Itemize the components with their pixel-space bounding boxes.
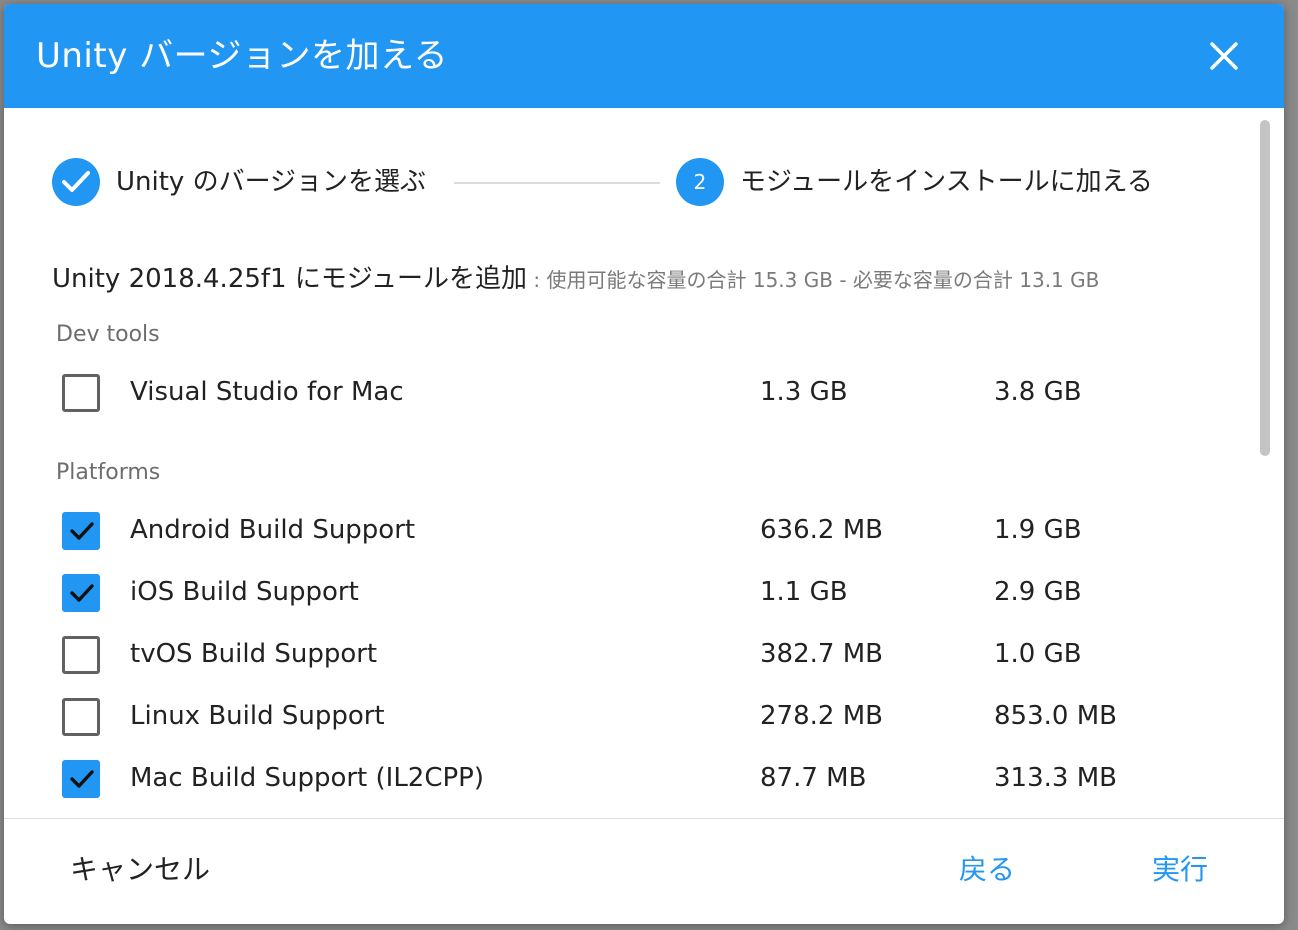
module-checkbox[interactable] (62, 574, 100, 612)
close-icon (1210, 42, 1238, 70)
module-row-mac-il2cpp[interactable]: Mac Build Support (IL2CPP) 87.7 MB 313.3… (60, 754, 1210, 802)
module-name: Visual Studio for Mac (130, 377, 404, 407)
module-install-size: 1.0 GB (994, 639, 1082, 669)
step1-completed-badge (52, 158, 100, 206)
dialog-title: Unity バージョンを加える (36, 36, 448, 76)
section-header-platforms: Platforms (56, 460, 161, 485)
module-download-size: 636.2 MB (760, 515, 883, 545)
module-row-ios[interactable]: iOS Build Support 1.1 GB 2.9 GB (60, 568, 1210, 616)
module-checkbox[interactable] (62, 760, 100, 798)
module-install-size: 3.8 GB (994, 377, 1082, 407)
step1-label: Unity のバージョンを選ぶ (116, 167, 427, 197)
checkmark-icon (70, 770, 94, 788)
scrollbar-thumb[interactable] (1260, 120, 1270, 456)
step-connector (454, 182, 660, 184)
add-unity-version-dialog: Unity バージョンを加える Unity のバージョンを選ぶ 2 モジュールを… (4, 4, 1284, 924)
checkmark-icon (70, 584, 94, 602)
module-checkbox[interactable] (62, 374, 100, 412)
module-download-size: 382.7 MB (760, 639, 883, 669)
step2-badge: 2 (676, 158, 724, 206)
module-install-size: 313.3 MB (994, 763, 1117, 793)
stepper: Unity のバージョンを選ぶ 2 モジュールをインストールに加える (52, 156, 1202, 208)
summary-version: Unity 2018.4.25f1 にモジュールを追加 (52, 264, 528, 294)
module-name: Linux Build Support (130, 701, 385, 731)
module-download-size: 87.7 MB (760, 763, 867, 793)
module-row-linux[interactable]: Linux Build Support 278.2 MB 853.0 MB (60, 692, 1210, 740)
module-checkbox[interactable] (62, 512, 100, 550)
dialog-titlebar: Unity バージョンを加える (4, 4, 1284, 108)
module-row-android[interactable]: Android Build Support 636.2 MB 1.9 GB (60, 506, 1210, 554)
check-icon (62, 171, 90, 192)
checkmark-icon (70, 522, 94, 540)
module-install-size: 853.0 MB (994, 701, 1117, 731)
module-download-size: 1.3 GB (760, 377, 848, 407)
summary-disk-space: : 使用可能な容量の合計 15.3 GB - 必要な容量の合計 13.1 GB (527, 268, 1100, 292)
module-name: tvOS Build Support (130, 639, 378, 669)
module-install-size: 2.9 GB (994, 577, 1082, 607)
module-name: iOS Build Support (130, 577, 359, 607)
module-row-tvos[interactable]: tvOS Build Support 382.7 MB 1.0 GB (60, 630, 1210, 678)
section-header-dev-tools: Dev tools (56, 322, 160, 347)
footer-divider (4, 818, 1284, 819)
install-summary: Unity 2018.4.25f1 にモジュールを追加 : 使用可能な容量の合計… (52, 258, 1232, 295)
run-button[interactable]: 実行 (1152, 852, 1208, 888)
module-list-scrollbar[interactable] (1258, 116, 1272, 816)
module-download-size: 1.1 GB (760, 577, 848, 607)
module-name: Mac Build Support (IL2CPP) (130, 763, 484, 793)
step2-label: モジュールをインストールに加える (740, 167, 1153, 197)
back-button[interactable]: 戻る (959, 852, 1015, 888)
module-install-size: 1.9 GB (994, 515, 1082, 545)
module-row-visual-studio[interactable]: Visual Studio for Mac 1.3 GB 3.8 GB (60, 368, 1210, 416)
cancel-button[interactable]: キャンセル (70, 852, 210, 888)
step2-number: 2 (693, 170, 707, 194)
module-checkbox[interactable] (62, 636, 100, 674)
close-button[interactable] (1208, 40, 1240, 72)
module-name: Android Build Support (130, 515, 416, 545)
module-download-size: 278.2 MB (760, 701, 883, 731)
module-checkbox[interactable] (62, 698, 100, 736)
